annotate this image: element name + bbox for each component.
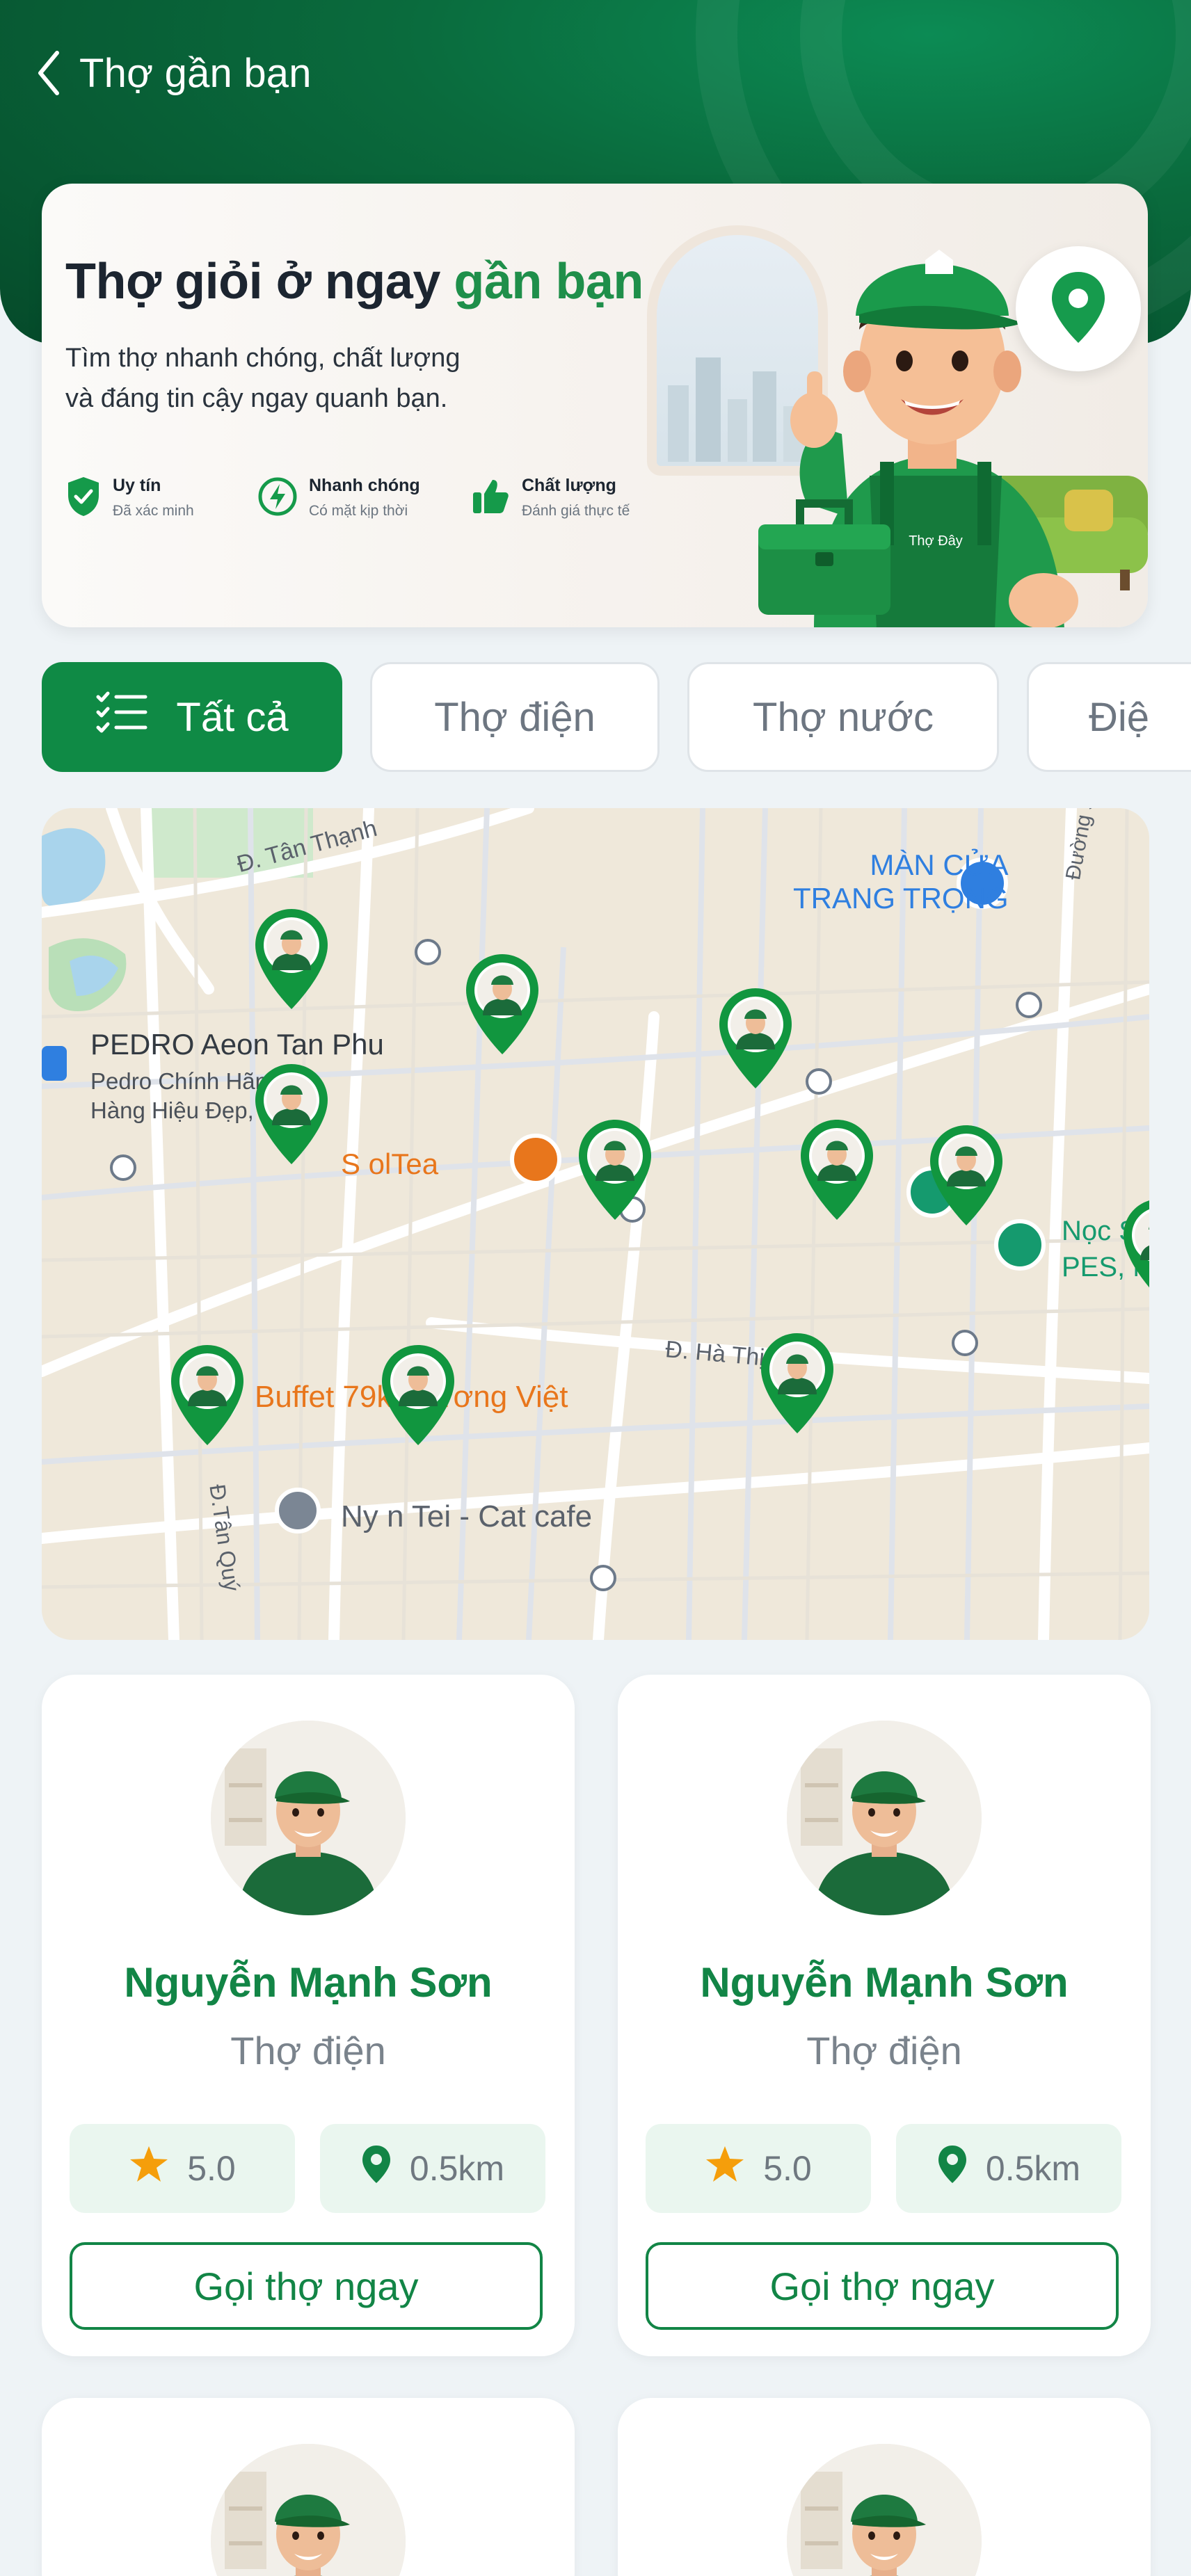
filter-chip-more[interactable]: Điệ [1027, 662, 1191, 772]
worker-name: Nguyễn Mạnh Sơn [700, 1959, 1069, 2006]
distance-value: 0.5km [409, 2149, 505, 2188]
map-poi-label: PEDRO Aeon Tan Phu [90, 1028, 384, 1061]
map-poi-label: Ny n Tei - Cat cafe [341, 1499, 593, 1533]
filter-chip-label: Điệ [1089, 694, 1150, 740]
worker-name: Nguyễn Mạnh Sơn [124, 1959, 493, 2006]
worker-map-pin[interactable] [463, 951, 541, 1057]
worker-map-pin[interactable] [1121, 1196, 1149, 1302]
worker-map-pin[interactable] [717, 985, 794, 1091]
worker-map-pin[interactable] [168, 1342, 246, 1448]
filter-chip-electrician[interactable]: Thợ điện [370, 662, 660, 772]
filter-chip-all[interactable]: Tất cả [42, 662, 342, 772]
workers-map[interactable]: Đ. Tân Thạnh MÀN CỬA TRANG TRỌNG Đường s… [42, 808, 1149, 1640]
worker-role: Thợ điện [806, 2029, 962, 2072]
feature-fast: Nhanh chóng Có mặt kịp thời [257, 476, 420, 521]
call-worker-button[interactable]: Gọi thợ ngay [646, 2242, 1119, 2330]
location-pin-icon [1049, 269, 1108, 349]
location-pin-icon [937, 2144, 968, 2193]
thumbs-up-icon [470, 476, 511, 520]
filter-chip-label: Thợ nước [753, 694, 934, 740]
call-worker-button[interactable]: Gọi thợ ngay [70, 2242, 543, 2330]
worker-card[interactable]: Nguyễn Mạnh Sơn Thợ điện 5.0 0.5km Gọi t… [618, 1675, 1151, 2356]
bolt-icon [257, 476, 298, 521]
feature-quality: Chất lượng Đánh giá thực tế [470, 476, 630, 520]
filter-chip-label: Tất cả [176, 694, 289, 740]
star-icon [705, 2145, 745, 2192]
filter-chip-plumber[interactable]: Thợ nước [687, 662, 999, 772]
worker-map-pin[interactable] [758, 1330, 836, 1436]
worker-avatar [211, 1721, 406, 1915]
map-poi-label: S olTea [341, 1148, 439, 1180]
back-arrow-icon[interactable] [35, 49, 63, 97]
filter-chip-label: Thợ điện [434, 694, 596, 740]
banner-subtitle: Tìm thợ nhanh chóng, chất lượng và đáng … [65, 344, 461, 413]
worker-card[interactable]: Nguyễn Mạnh Sơn Thợ điện 5.0 0.5km Gọi t… [42, 1675, 575, 2356]
worker-map-pin[interactable] [253, 906, 330, 1012]
page-title: Thợ gần bạn [79, 50, 312, 96]
distance-value: 0.5km [985, 2149, 1081, 2188]
worker-map-pin[interactable] [798, 1117, 876, 1223]
worker-avatar [787, 2444, 982, 2576]
location-pin-bubble [1016, 246, 1141, 371]
map-poi-label: MÀN CỬA TRANG TRỌNG [793, 848, 1009, 915]
star-icon [129, 2145, 169, 2192]
list-icon [95, 691, 148, 743]
worker-map-pin[interactable] [379, 1342, 457, 1448]
top-bar: Thợ gần bạn [35, 42, 312, 104]
rating-badge: 5.0 [646, 2124, 871, 2213]
worker-map-pin[interactable] [253, 1061, 330, 1167]
rating-badge: 5.0 [70, 2124, 295, 2213]
category-filter-bar: Tất cả Thợ điện Thợ nước Điệ [42, 662, 1191, 773]
worker-avatar [787, 1721, 982, 1915]
worker-map-pin[interactable] [927, 1122, 1005, 1228]
rating-value: 5.0 [763, 2149, 812, 2188]
feature-trusted: Uy tín Đã xác minh [65, 476, 194, 521]
worker-card[interactable] [42, 2398, 575, 2576]
location-pin-icon [361, 2144, 392, 2193]
svg-text:Thợ Đây: Thợ Đây [909, 533, 963, 549]
shield-check-icon [65, 476, 102, 521]
rating-value: 5.0 [187, 2149, 236, 2188]
worker-role: Thợ điện [230, 2029, 386, 2072]
worker-map-pin[interactable] [576, 1117, 654, 1223]
worker-card[interactable] [618, 2398, 1151, 2576]
worker-avatar [211, 2444, 406, 2576]
distance-badge: 0.5km [896, 2124, 1121, 2213]
banner-title: Thợ giỏi ở ngay gần bạn [65, 254, 644, 309]
promo-banner: Thợ giỏi ở ngay gần bạn Tìm thợ nhanh ch… [42, 184, 1148, 627]
distance-badge: 0.5km [320, 2124, 545, 2213]
